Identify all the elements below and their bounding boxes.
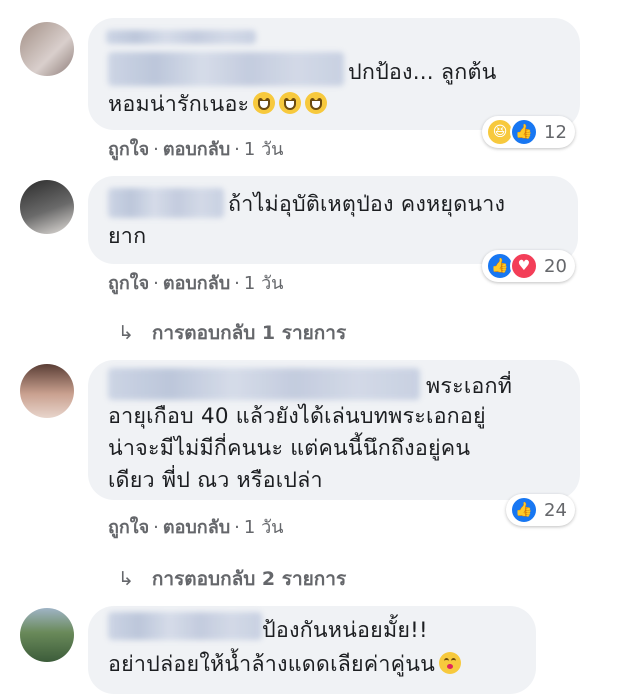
comment-text-line: หอมน่ารักเนอะ — [108, 90, 328, 119]
comment-text-line: ยาก — [108, 224, 147, 249]
comment-text-line: อายุเกือบ 40 แล้วยังได้เล่นบทพระเอกอยู่ — [108, 404, 486, 429]
like-link[interactable]: ถูกใจ — [108, 139, 149, 160]
comment-text-line: น่าจะมีไม่มีกี่คนนะ แต่คนนี้นึกถึงอยู่คน — [108, 436, 471, 461]
reaction-summary[interactable]: 👍 ♥ 20 — [482, 250, 575, 282]
like-reaction-icon: 👍 — [510, 118, 538, 146]
comment-actions: ถูกใจ · ตอบกลับ · 1 วัน — [108, 512, 283, 541]
reaction-count: 12 — [544, 121, 567, 143]
separator: · — [153, 517, 159, 538]
like-link[interactable]: ถูกใจ — [108, 517, 149, 538]
blurred-name — [108, 188, 224, 218]
blurred-text — [108, 52, 344, 86]
comment-text-line: หอมน่ารักเนอะ — [108, 92, 250, 117]
reply-arrow-icon: ↳ — [118, 322, 134, 344]
timestamp[interactable]: 1 วัน — [244, 517, 284, 538]
blurred-name — [108, 612, 262, 640]
comment-text-line: เดียว พี่ป ณว หรือเปล่า — [108, 468, 323, 493]
reaction-count: 24 — [544, 499, 567, 521]
reply-arrow-icon: ↳ — [118, 568, 134, 590]
separator: · — [153, 139, 159, 160]
separator: · — [234, 517, 240, 538]
reaction-summary[interactable]: 👍 24 — [506, 494, 575, 526]
avatar[interactable] — [20, 364, 74, 418]
comment-text-line: ถ้าไม่อุบัติเหตุป่อง คงหยุดนาง — [228, 192, 506, 217]
grinning-face-icon — [305, 92, 328, 114]
separator: · — [234, 273, 240, 294]
love-reaction-icon: ♥ — [510, 252, 538, 280]
kissing-heart-face-icon — [439, 652, 462, 674]
reaction-summary[interactable]: 😆 👍 12 — [482, 116, 575, 148]
comment-text-line: อย่าปล่อยให้น้ำล้างแดดเลียค่าคู่นน — [108, 652, 436, 677]
grinning-face-icon — [253, 92, 276, 114]
like-link[interactable]: ถูกใจ — [108, 273, 149, 294]
separator: · — [234, 139, 240, 160]
blurred-name — [108, 368, 420, 400]
comment-actions: ถูกใจ · ตอบกลับ · 1 วัน — [108, 134, 283, 163]
view-replies-link[interactable]: ↳ การตอบกลับ 2 รายการ — [118, 564, 346, 594]
blurred-name — [106, 30, 256, 44]
reply-link[interactable]: ตอบกลับ — [163, 273, 230, 294]
view-replies-link[interactable]: ↳ การตอบกลับ 1 รายการ — [118, 318, 346, 348]
timestamp[interactable]: 1 วัน — [244, 139, 284, 160]
comment-text-line: พระเอกที่ — [426, 374, 513, 399]
separator: · — [153, 273, 159, 294]
replies-count-label: การตอบกลับ 1 รายการ — [151, 322, 347, 344]
comment-actions: ถูกใจ · ตอบกลับ · 1 วัน — [108, 268, 283, 297]
avatar[interactable] — [20, 180, 74, 234]
replies-count-label: การตอบกลับ 2 รายการ — [151, 568, 347, 590]
reaction-count: 20 — [544, 255, 567, 277]
like-reaction-icon: 👍 — [510, 496, 538, 524]
avatar[interactable] — [20, 22, 74, 76]
reply-link[interactable]: ตอบกลับ — [163, 139, 230, 160]
grinning-face-icon — [279, 92, 302, 114]
comment-text-line: ป้องกันหน่อยมั้ย!! — [262, 618, 428, 643]
reply-link[interactable]: ตอบกลับ — [163, 517, 230, 538]
comment-text-line: ปกป้อง... ลูกต้น — [348, 60, 497, 85]
avatar[interactable] — [20, 608, 74, 662]
timestamp[interactable]: 1 วัน — [244, 273, 284, 294]
comment-text-line: อย่าปล่อยให้น้ำล้างแดดเลียค่าคู่นน — [108, 650, 462, 679]
